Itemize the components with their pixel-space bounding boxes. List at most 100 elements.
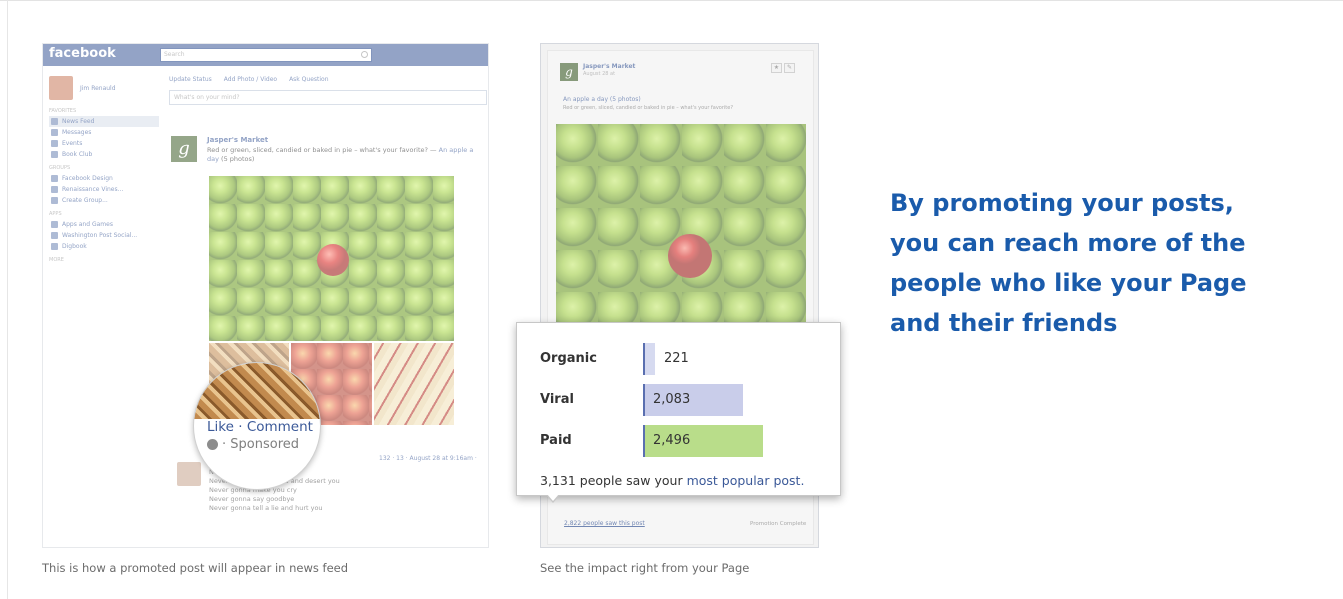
sidebar-item-events[interactable]: Events	[49, 138, 159, 149]
tab-ask-question[interactable]: Ask Question	[289, 76, 328, 88]
post-subtext: Red or green, sliced, candied or baked i…	[563, 105, 733, 111]
photo-apple-slices[interactable]	[373, 343, 454, 425]
lens-actions: Like · Comment	[207, 419, 313, 435]
post-header: g Jasper's Market Red or green, sliced, …	[169, 136, 487, 176]
page-name-link[interactable]: Jasper's Market	[207, 136, 268, 144]
album-link-suffix: (5 photos)	[609, 96, 641, 103]
group-icon	[51, 151, 58, 158]
sidebar-item-book-club[interactable]: Book Club	[49, 149, 159, 160]
album-link[interactable]: An apple a day (5 photos)	[563, 96, 641, 103]
sidebar-item-label: Messages	[62, 129, 92, 136]
avatar	[177, 462, 201, 486]
post-controls: ★ ✎	[771, 63, 795, 73]
sidebar-item-washington-post[interactable]: Washington Post Social...	[49, 230, 159, 241]
stat-label: Viral	[540, 392, 574, 407]
sidebar-section-apps: Apps	[49, 211, 62, 217]
left-sidebar: Jim Renauld Favorites News Feed Messages…	[49, 74, 159, 265]
group-icon	[51, 175, 58, 182]
headline-line: people who like your Page	[890, 269, 1247, 297]
left-border	[7, 0, 8, 599]
like-link[interactable]: Like	[207, 419, 234, 435]
sidebar-item-renaissance-vines[interactable]: Renaissance Vines...	[49, 184, 159, 195]
sidebar-section-favorites: Favorites	[49, 108, 77, 114]
pencil-icon[interactable]: ✎	[784, 63, 795, 73]
stat-value: 2,496	[653, 433, 691, 448]
stat-value: 221	[664, 351, 689, 366]
sidebar-item-digbook[interactable]: Digbook	[49, 241, 159, 252]
sidebar-item-apps-and-games[interactable]: Apps and Games	[49, 219, 159, 230]
calendar-icon	[51, 140, 58, 147]
sidebar-item-create-group[interactable]: Create Group...	[49, 195, 159, 206]
comment-line: Never gonna tell a lie and hurt you	[209, 504, 323, 512]
tab-add-photo[interactable]: Add Photo / Video	[224, 76, 277, 88]
sidebar-item-label: Washington Post Social...	[62, 232, 138, 239]
sidebar-item-label: Book Club	[62, 151, 93, 158]
headline-line: By promoting your posts,	[890, 189, 1234, 217]
sidebar-item-news-feed[interactable]: News Feed	[49, 116, 159, 127]
sidebar-item-label: Renaissance Vines...	[62, 186, 124, 193]
user-profile-link[interactable]: Jim Renauld	[49, 74, 159, 102]
search-icon	[361, 51, 368, 58]
messages-icon	[51, 129, 58, 136]
facebook-logo: facebook	[49, 46, 116, 61]
stat-label: Paid	[540, 433, 572, 448]
photo-count: (5 photos)	[221, 155, 255, 163]
facebook-top-bar: facebook Search	[43, 44, 488, 66]
news-feed: Update Status Add Photo / Video Ask Ques…	[169, 76, 487, 462]
news-feed-icon	[51, 118, 58, 125]
composer-tabs: Update Status Add Photo / Video Ask Ques…	[169, 76, 487, 88]
promotion-status[interactable]: Promotion Complete	[750, 521, 806, 527]
search-input[interactable]: Search	[160, 48, 372, 62]
sidebar-item-label: Facebook Design	[62, 175, 113, 182]
plus-icon	[51, 197, 58, 204]
album-link-text: An apple a day	[563, 96, 608, 103]
right-caption: See the impact right from your Page	[540, 561, 750, 575]
left-caption: This is how a promoted post will appear …	[42, 561, 349, 575]
lens-photo	[194, 363, 320, 419]
separator: ·	[238, 419, 243, 435]
globe-icon	[207, 439, 218, 450]
page-logo[interactable]: g	[171, 136, 197, 162]
post-photo-apples[interactable]	[209, 176, 454, 341]
group-icon	[51, 186, 58, 193]
sidebar-more-link[interactable]: More	[49, 257, 159, 263]
reach-link[interactable]: 2,822 people saw this post	[564, 520, 645, 527]
search-placeholder: Search	[164, 51, 185, 58]
user-name: Jim Renauld	[80, 84, 116, 92]
app-icon	[51, 243, 58, 250]
star-icon[interactable]: ★	[771, 63, 782, 73]
magnifier-lens: Like · Comment · Sponsored	[193, 362, 321, 490]
post-text: Red or green, sliced, candied or baked i…	[207, 146, 477, 164]
sidebar-item-label: Apps and Games	[62, 221, 113, 228]
promo-headline: By promoting your posts, you can reach m…	[890, 183, 1310, 343]
headline-line: you can reach more of the	[890, 229, 1246, 257]
comment-link[interactable]: Comment	[247, 419, 313, 435]
page-name-link[interactable]: Jasper's Market	[583, 63, 635, 70]
tab-update-status[interactable]: Update Status	[169, 76, 212, 88]
top-border	[0, 0, 1343, 1]
comment-line: Never gonna say goodbye	[209, 495, 295, 503]
stats-summary: 3,131 people saw your most popular post.	[540, 473, 804, 488]
headline-line: and their friends	[890, 309, 1118, 337]
popup-arrow-inner	[547, 494, 559, 501]
stat-bar	[645, 343, 655, 375]
sidebar-item-facebook-design[interactable]: Facebook Design	[49, 173, 159, 184]
summary-text: 3,131 people saw your	[540, 473, 683, 488]
sponsored-label: · Sponsored	[207, 437, 299, 452]
sidebar-section-groups: Groups	[49, 165, 71, 171]
post-date: August 28 at	[583, 71, 616, 77]
most-popular-post-link[interactable]: most popular post.	[687, 473, 805, 488]
stat-row-paid: Paid 2,496	[517, 425, 842, 457]
newspaper-icon	[51, 232, 58, 239]
status-composer-input[interactable]: What's on your mind?	[169, 90, 487, 105]
red-apple	[317, 244, 349, 276]
stat-row-viral: Viral 2,083	[517, 384, 842, 416]
apps-icon	[51, 221, 58, 228]
avatar	[49, 76, 73, 100]
page-logo: g	[560, 63, 578, 81]
stat-value: 2,083	[653, 392, 691, 407]
reach-stats-popup: Organic 221 Viral 2,083 Paid 2,496 3,131…	[516, 322, 841, 496]
sidebar-item-label: News Feed	[62, 118, 95, 125]
sidebar-item-messages[interactable]: Messages	[49, 127, 159, 138]
stat-label: Organic	[540, 351, 597, 366]
